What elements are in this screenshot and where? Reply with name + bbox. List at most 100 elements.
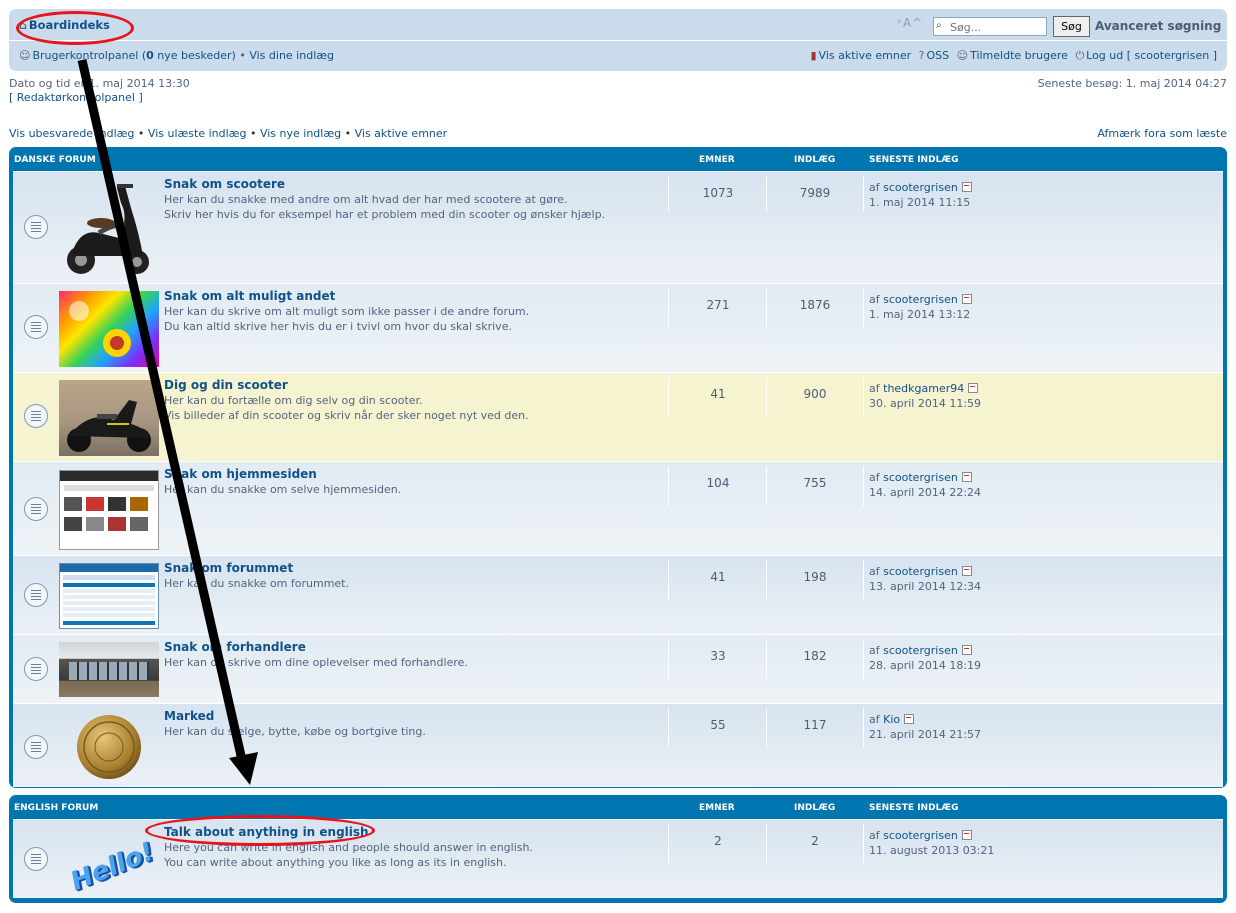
forum-title-link[interactable]: Talk about anything in english xyxy=(164,825,369,839)
forum-title-link[interactable]: Snak om alt muligt andet xyxy=(164,289,335,303)
coin-photo xyxy=(59,709,159,785)
faq-link[interactable]: OSS xyxy=(926,49,949,62)
black-scooter-photo xyxy=(59,380,159,456)
advanced-search-link[interactable]: Avanceret søgning xyxy=(1095,19,1221,33)
forum-read-icon xyxy=(24,404,48,428)
topics-count: 104 xyxy=(706,476,730,490)
forum-title-link[interactable]: Snak om scootere xyxy=(164,177,285,191)
description-line: Her kan du snakke om forummet. xyxy=(164,577,349,590)
forum-description: Her kan du skrive om dine oplevelser med… xyxy=(164,655,468,670)
description-line: Here you can write in english and people… xyxy=(164,841,533,854)
last-post-user-link[interactable]: Kio xyxy=(883,713,900,726)
forum-row: Snak om alt muligt andet Her kan du skri… xyxy=(13,283,1223,372)
forum-title-link[interactable]: Snak om forummet xyxy=(164,561,293,575)
last-post: af scootergrisen 28. april 2014 18:19 xyxy=(869,643,981,673)
view-latest-post-icon[interactable] xyxy=(904,714,915,724)
search-input[interactable] xyxy=(933,17,1047,36)
divider xyxy=(863,824,864,864)
forum-row: Hello! Talk about anything in english He… xyxy=(13,819,1223,898)
active-topics-link[interactable]: Vis aktive emner xyxy=(819,49,912,62)
last-post: af scootergrisen 1. maj 2014 11:15 xyxy=(869,180,972,210)
last-post-date: 14. april 2014 22:24 xyxy=(869,486,982,499)
view-latest-post-icon[interactable] xyxy=(961,294,972,304)
your-posts-link[interactable]: Vis dine indlæg xyxy=(249,49,334,62)
posts-count: 182 xyxy=(803,649,827,663)
last-post-user-link[interactable]: scootergrisen xyxy=(883,829,958,842)
topics-count: 55 xyxy=(710,718,726,732)
last-post-user-link[interactable]: scootergrisen xyxy=(883,181,958,194)
logout-link[interactable]: Log ud [ scootergrisen ] xyxy=(1086,49,1217,62)
last-post-date: 30. april 2014 11:59 xyxy=(869,397,982,410)
last-post-user-link[interactable]: scootergrisen xyxy=(883,471,958,484)
website-screenshot xyxy=(59,470,159,550)
members-link[interactable]: Tilmeldte brugere xyxy=(970,49,1068,62)
last-post-date: 1. maj 2014 11:15 xyxy=(869,196,971,209)
last-post-date: 21. april 2014 21:57 xyxy=(869,728,982,741)
unanswered-posts-link[interactable]: Vis ubesvarede indlæg xyxy=(9,127,134,140)
view-latest-post-icon[interactable] xyxy=(961,182,972,192)
forum-title-link[interactable]: Dig og din scooter xyxy=(164,378,288,392)
description-line: Vis billeder af din scooter og skriv når… xyxy=(164,409,529,422)
forum-read-icon xyxy=(24,847,48,871)
last-post-user-link[interactable]: thedkgamer94 xyxy=(883,382,964,395)
ucp-prefix: Brugerkontrolpanel ( xyxy=(32,49,147,62)
divider xyxy=(863,288,864,328)
search-button[interactable]: Søg xyxy=(1053,16,1090,37)
last-post-user-link[interactable]: scootergrisen xyxy=(883,644,958,657)
forum-description: Her kan du sælge, bytte, købe og bortgiv… xyxy=(164,724,426,739)
last-post: af Kio 21. april 2014 21:57 xyxy=(869,712,981,742)
forum-title-link[interactable]: Snak om forhandlere xyxy=(164,640,306,654)
mark-forums-read-link[interactable]: Afmærk fora som læste xyxy=(1097,127,1227,140)
forum-read-icon xyxy=(24,657,48,681)
category-title[interactable]: ENGLISH FORUM xyxy=(14,803,98,813)
forum-description: Her kan du fortælle om dig selv og din s… xyxy=(164,393,529,423)
separator: • xyxy=(134,127,148,140)
forum-title-link[interactable]: Marked xyxy=(164,709,214,723)
font-resize-icon[interactable]: ᵛA^ xyxy=(897,16,923,30)
divider xyxy=(863,560,864,600)
forum-read-icon xyxy=(24,497,48,521)
danish-forum-panel: DANSKE FORUM EMNER INDLÆG SENESTE INDLÆG… xyxy=(9,147,1227,788)
hello-text-image: Hello! xyxy=(59,824,159,896)
view-latest-post-icon[interactable] xyxy=(961,645,972,655)
panel-header: DANSKE FORUM EMNER INDLÆG SENESTE INDLÆG xyxy=(13,147,1223,171)
last-post-user-link[interactable]: scootergrisen xyxy=(883,565,958,578)
header-bar: ⌂Boardindeks ᵛA^ ⌕ Søg Avanceret søgning… xyxy=(9,9,1227,71)
category-title[interactable]: DANSKE FORUM xyxy=(14,155,96,165)
unread-posts-link[interactable]: Vis ulæste indlæg xyxy=(148,127,247,140)
home-icon: ⌂ xyxy=(19,19,27,32)
divider xyxy=(863,466,864,506)
topics-count: 41 xyxy=(710,387,726,401)
description-line: You can write about anything you like as… xyxy=(164,856,507,869)
new-posts-link[interactable]: Vis nye indlæg xyxy=(260,127,341,140)
ucp-link[interactable]: Brugerkontrolpanel (0 nye beskeder) xyxy=(32,49,235,62)
description-line: Her kan du fortælle om dig selv og din s… xyxy=(164,394,423,407)
nav-links: ▮ Vis aktive emner ? OSS ☺ Tilmeldte bruger… xyxy=(810,49,1217,63)
panel-header: ENGLISH FORUM EMNER INDLÆG SENESTE INDLÆ… xyxy=(13,795,1223,819)
posts-count: 1876 xyxy=(799,298,831,312)
user-panel-icon: ☺ xyxy=(19,49,31,62)
search-icon: ⌕ xyxy=(936,20,942,31)
breadcrumb[interactable]: ⌂ Boardindeks xyxy=(19,18,110,32)
by-label: af xyxy=(869,471,884,484)
forum-read-icon xyxy=(24,735,48,759)
rainbow-flower-photo xyxy=(59,291,159,367)
forum-row: Snak om forummet Her kan du snakke om fo… xyxy=(13,555,1223,634)
faq-icon: ? xyxy=(918,49,925,62)
active-topics-quick-link[interactable]: Vis aktive emner xyxy=(355,127,448,140)
by-label: af xyxy=(869,713,884,726)
view-latest-post-icon[interactable] xyxy=(961,566,972,576)
mcp-link[interactable]: [ Redaktørkontrolpanel ] xyxy=(9,91,190,105)
last-post-user-link[interactable]: scootergrisen xyxy=(883,293,958,306)
logout-icon: ⏻ xyxy=(1075,49,1085,62)
divider xyxy=(863,377,864,417)
breadcrumb-board-index[interactable]: Boardindeks xyxy=(29,18,110,32)
view-latest-post-icon[interactable] xyxy=(961,472,972,482)
forum-title-link[interactable]: Snak om hjemmesiden xyxy=(164,467,317,481)
col-topics: EMNER xyxy=(699,803,735,813)
view-latest-post-icon[interactable] xyxy=(968,383,979,393)
view-latest-post-icon[interactable] xyxy=(961,830,972,840)
forum-row: Snak om hjemmesiden Her kan du snakke om… xyxy=(13,461,1223,555)
forum-read-icon xyxy=(24,315,48,339)
by-label: af xyxy=(869,644,884,657)
